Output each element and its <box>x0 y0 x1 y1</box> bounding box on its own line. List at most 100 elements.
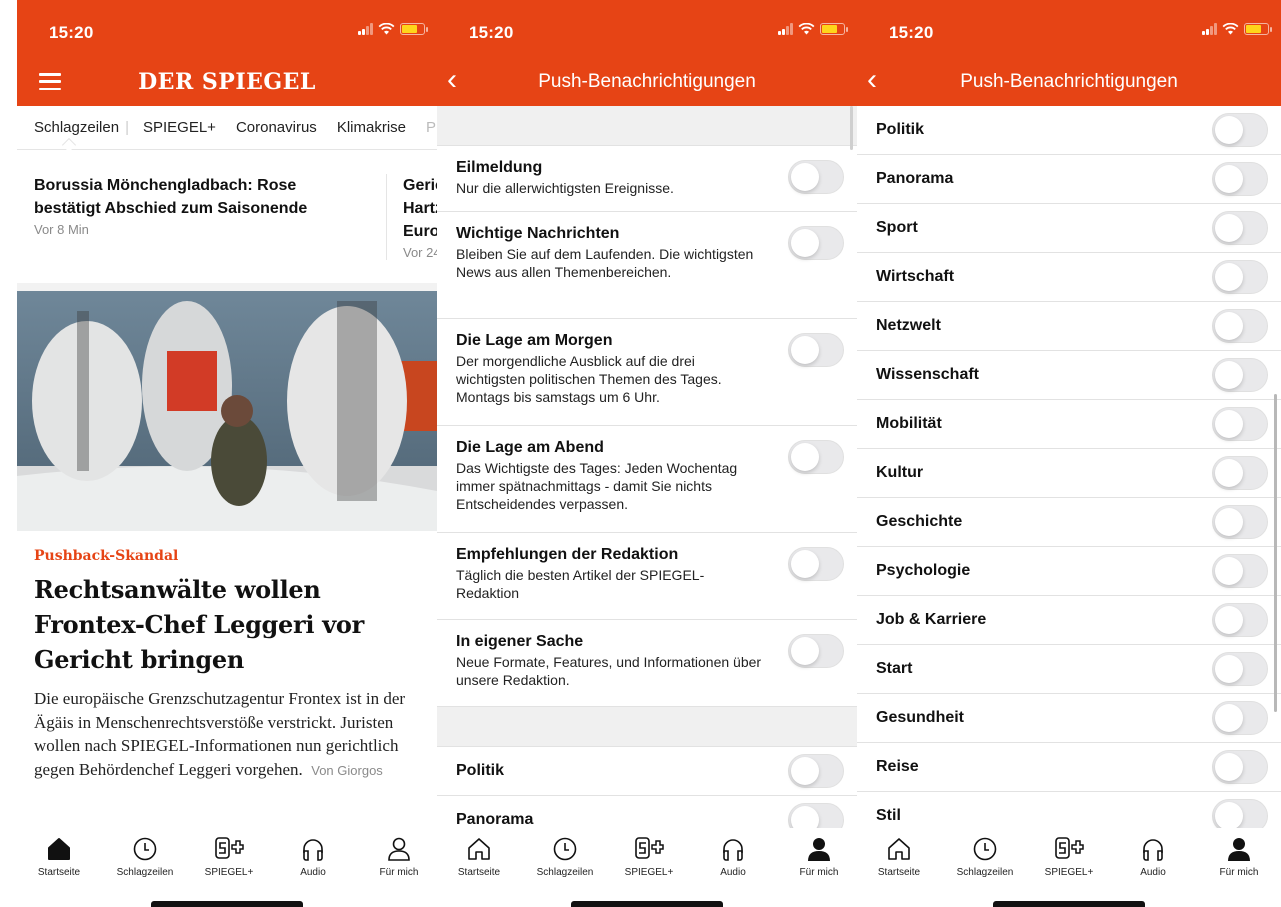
home-indicator[interactable] <box>993 901 1145 907</box>
topic-row-kultur: Kultur <box>857 449 1281 498</box>
toggle-switch[interactable] <box>1212 750 1268 784</box>
toggle-switch[interactable] <box>788 160 844 194</box>
topic-row-geschichte: Geschichte <box>857 498 1281 547</box>
tab-spiegel[interactable]: SPIEGEL+ <box>1027 836 1111 878</box>
home-indicator[interactable] <box>151 901 303 907</box>
toggle-knob <box>1215 508 1243 536</box>
toggle-switch[interactable] <box>1212 358 1268 392</box>
status-bar: 15:20 <box>17 0 437 58</box>
toggle-switch[interactable] <box>1212 113 1268 147</box>
topic-row-netzwelt: Netzwelt <box>857 302 1281 351</box>
toggle-switch[interactable] <box>788 440 844 474</box>
tab-spiegel-plus[interactable]: SPIEGEL+ <box>143 119 216 136</box>
tab-startseite[interactable]: Startseite <box>437 836 521 878</box>
toggle-switch[interactable] <box>788 547 844 581</box>
toggle-switch[interactable] <box>788 634 844 668</box>
tab-schlagzeilen[interactable]: Schlagzeilen <box>523 836 607 878</box>
toggle-switch[interactable] <box>1212 260 1268 294</box>
toggle-switch[interactable] <box>788 754 844 788</box>
teaser-card[interactable]: Gerich Hartz- Euro f Vor 24 I <box>386 174 437 260</box>
person-icon <box>1197 836 1281 862</box>
toggle-switch[interactable] <box>1212 652 1268 686</box>
toggle-switch[interactable] <box>788 333 844 367</box>
scroll-indicator[interactable] <box>1274 394 1277 712</box>
topic-label: Netzwelt <box>876 317 941 334</box>
toggle-knob <box>1215 704 1243 732</box>
teaser-headline-line: Hartz- <box>403 200 437 217</box>
tab-startseite[interactable]: Startseite <box>857 836 941 878</box>
push-option-title: In eigener Sache <box>456 633 584 650</box>
toggle-knob <box>791 336 819 364</box>
tab-schlagzeilen[interactable]: Schlagzeilen <box>34 119 119 136</box>
headphones-icon <box>691 836 775 862</box>
toggle-switch[interactable] <box>788 226 844 260</box>
tab-audio[interactable]: Audio <box>1111 836 1195 878</box>
toggle-switch[interactable] <box>1212 799 1268 828</box>
topic-label: Wirtschaft <box>876 268 955 285</box>
article-photo[interactable] <box>17 291 437 531</box>
toggle-switch[interactable] <box>1212 211 1268 245</box>
teaser-card[interactable]: Borussia Mönchengladbach: Rose bestätigt… <box>34 174 354 237</box>
tab-label: Für mich <box>1219 867 1259 878</box>
topic-label: Gesundheit <box>876 709 965 726</box>
tab-label: Für mich <box>799 867 839 878</box>
signal-icon <box>1202 23 1217 35</box>
topic-label: Psychologie <box>876 562 971 579</box>
topic-row-gesundheit: Gesundheit <box>857 694 1281 743</box>
tab-label: SPIEGEL+ <box>204 867 254 878</box>
clock-icon <box>523 836 607 862</box>
tab-schlagzeilen[interactable]: Schlagzeilen <box>103 836 187 878</box>
tab-label: Schlagzeilen <box>956 867 1014 878</box>
toggle-switch[interactable] <box>1212 309 1268 343</box>
toggle-switch[interactable] <box>1212 407 1268 441</box>
toggle-switch[interactable] <box>1212 456 1268 490</box>
tab-fuer-mich[interactable]: Für mich <box>357 836 437 878</box>
push-option-title: Wichtige Nachrichten <box>456 225 620 242</box>
topic-label: Panorama <box>876 170 954 187</box>
topic-row-start: Start <box>857 645 1281 694</box>
topic-row-psychologie: Psychologie <box>857 547 1281 596</box>
tab-spiegel[interactable]: SPIEGEL+ <box>607 836 691 878</box>
toggle-knob <box>1215 410 1243 438</box>
tab-coronavirus[interactable]: Coronavirus <box>236 119 317 136</box>
section-divider <box>17 283 437 291</box>
home-screen: 15:20 DER SPIEGEL Schlagzeilen | SPIEGEL… <box>17 0 437 907</box>
topic-row-wissenschaft: Wissenschaft <box>857 351 1281 400</box>
tab-fuer-mich[interactable]: Für mich <box>777 836 857 878</box>
toggle-switch[interactable] <box>788 803 844 828</box>
push-settings-screen: 15:20 ‹ Push-Benachrichtigungen Eilmeldu… <box>437 0 857 907</box>
lead-article[interactable]: Pushback-Skandal Rechtsanwälte wollen Fr… <box>34 548 420 782</box>
brand-logo: DER SPIEGEL <box>138 69 316 95</box>
toggle-switch[interactable] <box>1212 505 1268 539</box>
toggle-switch[interactable] <box>1212 162 1268 196</box>
toggle-switch[interactable] <box>1212 603 1268 637</box>
bottom-tab-bar: Startseite Schlagzeilen SPIEGEL+ Audio Für m… <box>17 828 437 907</box>
spiegel-plus-icon <box>1027 836 1111 862</box>
status-time: 15:20 <box>469 23 514 42</box>
toggle-knob <box>791 550 819 578</box>
tab-audio[interactable]: Audio <box>271 836 355 878</box>
teaser-time: Vor 24 I <box>403 245 437 260</box>
teaser-headline: Borussia Mönchengladbach: Rose bestätigt… <box>34 177 308 217</box>
toggle-switch[interactable] <box>1212 701 1268 735</box>
tab-divider: | <box>125 119 129 136</box>
tab-klimakrise[interactable]: Klimakrise <box>337 119 406 136</box>
status-time: 15:20 <box>889 23 934 42</box>
tab-schlagzeilen[interactable]: Schlagzeilen <box>943 836 1027 878</box>
tab-next-partial[interactable]: P <box>426 119 436 136</box>
spiegel-plus-icon <box>607 836 691 862</box>
tab-spiegel[interactable]: SPIEGEL+ <box>187 836 271 878</box>
scroll-indicator[interactable] <box>850 106 853 150</box>
app-header: DER SPIEGEL <box>17 58 437 106</box>
tab-startseite[interactable]: Startseite <box>17 836 101 878</box>
page-title: Push-Benachrichtigungen <box>538 71 756 92</box>
wifi-icon <box>798 23 815 35</box>
push-option-in-eigener-sache: In eigener Sache Neue Formate, Features, … <box>437 620 857 707</box>
home-indicator[interactable] <box>571 901 723 907</box>
topic-label: Reise <box>876 758 919 775</box>
tab-audio[interactable]: Audio <box>691 836 775 878</box>
tab-fuer-mich[interactable]: Für mich <box>1197 836 1281 878</box>
push-topics-screen: 15:20 ‹ Push-Benachrichtigungen Politik P… <box>857 0 1281 907</box>
toggle-switch[interactable] <box>1212 554 1268 588</box>
push-option-die-lage-am-abend: Die Lage am Abend Das Wichtigste des Tage… <box>437 426 857 533</box>
